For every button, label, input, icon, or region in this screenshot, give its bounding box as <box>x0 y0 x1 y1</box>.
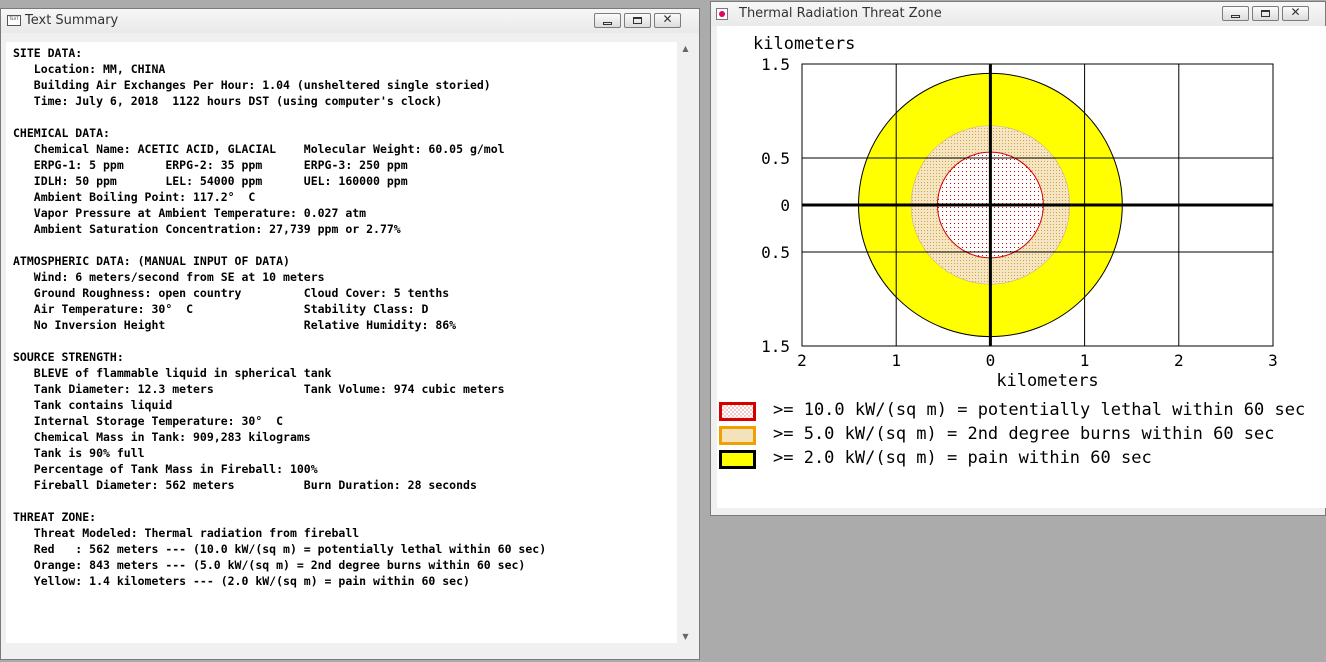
legend-swatch-orange <box>719 426 756 445</box>
legend-swatch-yellow <box>719 450 756 469</box>
close-button[interactable]: ✕ <box>1282 5 1309 21</box>
summary-text-area[interactable]: SITE DATA: Location: MM, CHINA Building … <box>6 42 677 643</box>
threat-zone-plot-area: 2 1 0 1 2 3 1.5 0.5 0 0.5 1.5 kilometers kilometers … <box>717 26 1326 508</box>
threat-zone-app-icon <box>716 8 728 20</box>
text-summary-window: TEXT Text Summary ✕ SITE DATA: Location:… <box>0 8 700 660</box>
legend-label-orange: >= 5.0 kW/(sq m) = 2nd degree burns with… <box>773 424 1275 444</box>
scroll-up-arrow-icon[interactable]: ▲ <box>677 44 694 53</box>
minimize-button[interactable] <box>1222 6 1249 21</box>
x-tick-label: 1 <box>1080 351 1090 370</box>
minimize-icon <box>1231 15 1240 18</box>
x-axis-label: kilometers <box>996 371 1098 391</box>
x-tick-label: 2 <box>797 351 807 370</box>
maximize-button[interactable] <box>624 13 651 28</box>
threat-zone-titlebar[interactable]: Thermal Radiation Threat Zone ✕ <box>711 2 1325 26</box>
maximize-icon <box>1261 10 1270 17</box>
window-title: Text Summary <box>25 13 119 28</box>
y-tick-label: 1.5 <box>761 337 790 356</box>
x-tick-label: 3 <box>1268 351 1278 370</box>
summary-text: SITE DATA: Location: MM, CHINA Building … <box>13 46 547 588</box>
text-summary-titlebar[interactable]: TEXT Text Summary ✕ <box>1 9 699 33</box>
maximize-icon <box>633 17 642 24</box>
y-tick-label: 0.5 <box>761 149 790 168</box>
legend-label-red: >= 10.0 kW/(sq m) = potentially lethal w… <box>773 400 1306 420</box>
y-tick-label: 0 <box>780 196 790 215</box>
close-button[interactable]: ✕ <box>654 12 681 28</box>
minimize-icon <box>603 22 612 25</box>
maximize-button[interactable] <box>1252 6 1279 21</box>
scroll-down-arrow-icon[interactable]: ▼ <box>677 632 694 641</box>
legend-swatch-red <box>719 402 756 421</box>
close-icon: ✕ <box>1290 5 1301 19</box>
window-title: Thermal Radiation Threat Zone <box>739 6 942 21</box>
close-icon: ✕ <box>662 12 673 26</box>
legend-label-yellow: >= 2.0 kW/(sq m) = pain within 60 sec <box>773 448 1152 468</box>
y-axis-label: kilometers <box>753 34 855 54</box>
y-tick-label: 1.5 <box>761 55 790 74</box>
x-tick-label: 2 <box>1174 351 1184 370</box>
x-tick-label: 1 <box>891 351 901 370</box>
y-tick-label: 0.5 <box>761 243 790 262</box>
minimize-button[interactable] <box>594 13 621 28</box>
threat-zone-window: Thermal Radiation Threat Zone ✕ 2 1 0 1 2 3 1.… <box>710 1 1326 516</box>
x-tick-label: 0 <box>986 351 996 370</box>
text-document-icon: TEXT <box>7 15 21 26</box>
threat-zone-chart: 2 1 0 1 2 31.50.500.51.5kilometerskilometers <box>753 34 1278 391</box>
vertical-scrollbar[interactable]: ▲ ▼ <box>677 42 694 643</box>
